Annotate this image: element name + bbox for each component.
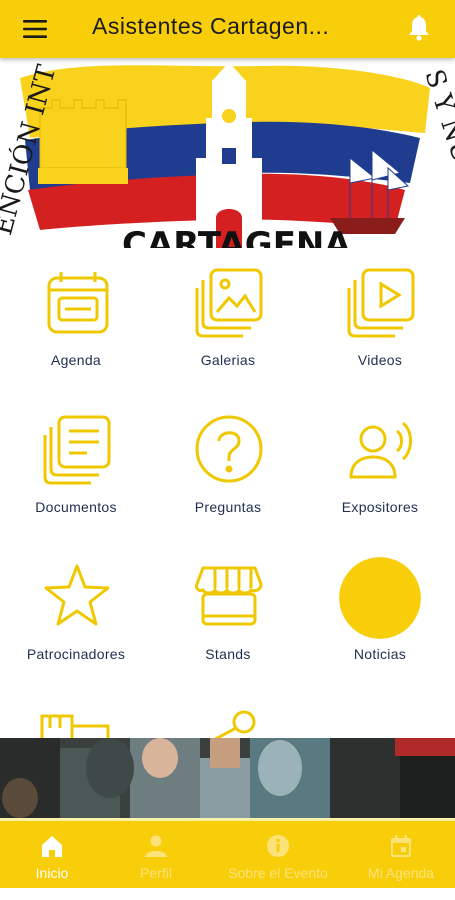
footer-strip — [0, 888, 455, 900]
bottom-navigation: Inicio Perfil Sobre el Evento Mi Agenda — [0, 818, 455, 888]
nav-sobre-el-evento[interactable]: Sobre el Evento — [218, 821, 338, 891]
nav-mi-agenda-label: Mi Agenda — [367, 865, 435, 881]
question-icon — [195, 415, 263, 483]
tile-galerias-label: Galerias — [200, 352, 256, 368]
stand-icon — [195, 566, 263, 626]
gallery-icon — [195, 268, 263, 338]
nav-perfil[interactable]: Perfil — [122, 821, 190, 891]
tile-stands[interactable]: Stands — [153, 542, 303, 682]
tile-agenda[interactable]: Agenda — [1, 248, 151, 388]
tile-preguntas[interactable]: Preguntas — [153, 395, 303, 535]
tile-documentos-label: Documentos — [35, 499, 117, 515]
news-circle-icon — [339, 557, 421, 639]
nav-inicio-label: Inicio — [35, 865, 69, 881]
home-icon — [42, 836, 62, 857]
calendar-icon — [47, 272, 109, 334]
nav-sobre-el-evento-label: Sobre el Evento — [228, 865, 328, 881]
app-bar: Asistentes Cartagen... — [0, 0, 455, 58]
link-icon — [214, 710, 256, 738]
tile-videos-label: Videos — [357, 352, 403, 368]
tile-documentos[interactable]: Documentos — [1, 395, 151, 535]
agenda-icon — [391, 835, 411, 857]
info-icon — [267, 835, 289, 857]
bell-icon[interactable] — [405, 14, 433, 42]
event-banner: ENCIÓN INT S Y NUMISM CARTAGENA — [0, 58, 455, 248]
person-icon — [145, 835, 167, 857]
tile-expositores[interactable]: Expositores — [305, 395, 455, 535]
tile-preguntas-label: Preguntas — [194, 499, 262, 515]
tile-patrocinadores[interactable]: Patrocinadores — [1, 542, 151, 682]
tile-galerias[interactable]: Galerias — [153, 248, 303, 388]
nav-inicio[interactable]: Inicio — [18, 821, 86, 891]
banner-city-text: CARTAGENA — [122, 225, 351, 248]
documents-icon — [43, 415, 111, 485]
banner-artwork: ENCIÓN INT S Y NUMISM CARTAGENA — [0, 61, 455, 248]
video-icon — [347, 268, 415, 338]
tile-videos[interactable]: Videos — [305, 248, 455, 388]
nav-perfil-label: Perfil — [140, 865, 172, 881]
building-icon — [40, 714, 110, 738]
nav-mi-agenda[interactable]: Mi Agenda — [358, 821, 444, 891]
menu-icon[interactable] — [22, 17, 48, 41]
tile-stands-label: Stands — [205, 646, 251, 662]
event-photo — [0, 738, 455, 818]
tile-noticias-label: Noticias — [353, 646, 407, 662]
speaker-icon — [349, 421, 412, 479]
star-icon — [44, 564, 110, 626]
tile-expositores-label: Expositores — [341, 499, 419, 515]
menu-grid: Agenda Galerias Videos Documentos Pregun… — [0, 248, 455, 738]
tile-agenda-label: Agenda — [50, 352, 102, 368]
app-title: Asistentes Cartagen... — [92, 13, 330, 39]
tile-patrocinadores-label: Patrocinadores — [26, 646, 126, 662]
tile-noticias[interactable]: Noticias — [305, 542, 455, 682]
